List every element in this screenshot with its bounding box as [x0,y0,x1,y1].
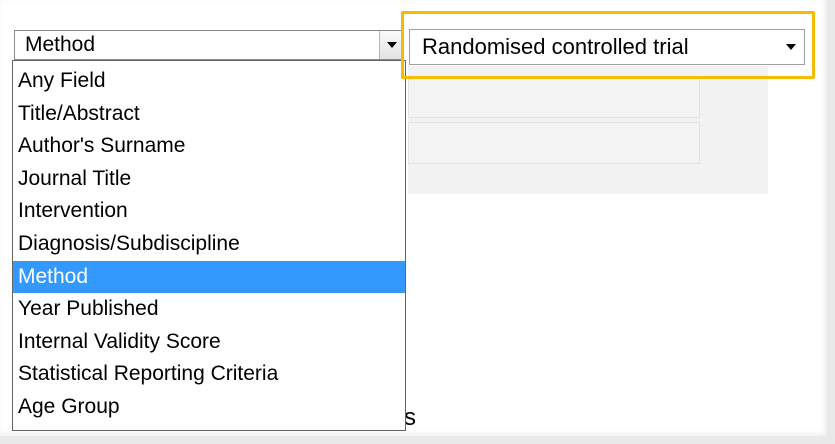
method-value-select-value: Randomised controlled trial [422,34,689,59]
search-field-select[interactable]: Method [14,30,404,60]
search-term-field-2[interactable] [408,122,700,164]
dropdown-option-any-field[interactable]: Any Field [13,65,405,98]
search-term-field-1[interactable] [408,76,700,118]
dropdown-option-age-group[interactable]: Age Group [13,391,405,424]
method-value-select[interactable]: Randomised controlled trial [409,29,805,65]
dropdown-option-internal-validity-score[interactable]: Internal Validity Score [13,326,405,359]
search-field-select-value: Method [25,33,96,56]
chevron-down-icon [386,42,397,48]
dropdown-option-authors-surname[interactable]: Author's Surname [13,130,405,163]
dropdown-option-year-published[interactable]: Year Published [13,293,405,326]
dropdown-arrow-button[interactable] [379,31,403,59]
dropdown-option-statistical-reporting-criteria[interactable]: Statistical Reporting Criteria [13,358,405,391]
dropdown-option-title-abstract[interactable]: Title/Abstract [13,98,405,131]
dropdown-option-intervention[interactable]: Intervention [13,195,405,228]
dropdown-option-diagnosis-subdiscipline[interactable]: Diagnosis/Subdiscipline [13,228,405,261]
method-value-dropdown-arrow[interactable] [778,44,804,50]
chevron-down-icon [786,44,796,50]
search-field-dropdown-list: Any Field Title/Abstract Author's Surnam… [12,60,406,431]
dropdown-option-method[interactable]: Method [13,260,405,294]
dropdown-option-journal-title[interactable]: Journal Title [13,163,405,196]
